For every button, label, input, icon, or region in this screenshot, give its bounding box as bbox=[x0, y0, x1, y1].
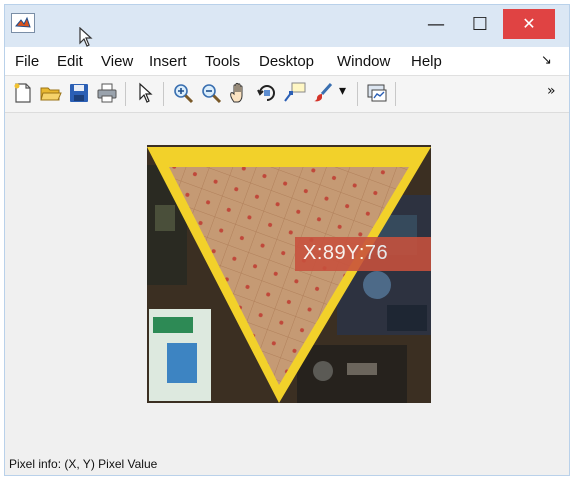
toolbar-separator bbox=[357, 82, 358, 106]
data-cursor-icon[interactable] bbox=[283, 81, 307, 105]
menu-insert[interactable]: Insert bbox=[149, 53, 187, 70]
menu-overflow-icon[interactable]: ↘ bbox=[541, 53, 552, 68]
photo-image bbox=[147, 145, 431, 403]
pan-hand-icon[interactable] bbox=[227, 81, 251, 105]
matlab-logo-icon[interactable] bbox=[11, 13, 35, 33]
brush-dropdown-icon[interactable]: ▾ bbox=[339, 83, 346, 99]
toolbar-overflow-icon[interactable]: » bbox=[547, 83, 556, 99]
brush-icon[interactable] bbox=[311, 81, 335, 105]
zoom-in-icon[interactable] bbox=[171, 81, 195, 105]
title-bar[interactable]: — ☐ ✕ bbox=[5, 5, 569, 47]
link-plot-icon[interactable] bbox=[365, 81, 389, 105]
toolbar-separator bbox=[163, 82, 164, 106]
menu-window[interactable]: Window bbox=[337, 53, 390, 70]
pixel-coordinate-label: X:89Y:76 bbox=[295, 237, 431, 271]
menu-help[interactable]: Help bbox=[411, 53, 442, 70]
menu-view[interactable]: View bbox=[101, 53, 133, 70]
figure-toolbar: ▾ » bbox=[5, 76, 569, 113]
figure-window: — ☐ ✕ File Edit View Insert Tools Deskto… bbox=[4, 4, 570, 476]
new-figure-icon[interactable] bbox=[11, 81, 35, 105]
open-file-icon[interactable] bbox=[39, 81, 63, 105]
menu-edit[interactable]: Edit bbox=[57, 53, 83, 70]
minimize-button[interactable]: — bbox=[415, 11, 457, 39]
save-icon[interactable] bbox=[67, 81, 91, 105]
toolbar-separator bbox=[125, 82, 126, 106]
menu-bar: File Edit View Insert Tools Desktop Wind… bbox=[5, 47, 569, 76]
menu-file[interactable]: File bbox=[15, 53, 39, 70]
maximize-button[interactable]: ☐ bbox=[459, 11, 501, 39]
menu-tools[interactable]: Tools bbox=[205, 53, 240, 70]
zoom-out-icon[interactable] bbox=[199, 81, 223, 105]
print-icon[interactable] bbox=[95, 81, 119, 105]
pointer-icon[interactable] bbox=[133, 81, 157, 105]
toolbar-separator bbox=[395, 82, 396, 106]
close-button[interactable]: ✕ bbox=[503, 9, 555, 39]
rotate-3d-icon[interactable] bbox=[255, 81, 279, 105]
pixel-info-status: Pixel info: (X, Y) Pixel Value bbox=[9, 457, 158, 471]
image-axes[interactable]: X:89Y:76 bbox=[147, 145, 431, 403]
menu-desktop[interactable]: Desktop bbox=[259, 53, 314, 70]
